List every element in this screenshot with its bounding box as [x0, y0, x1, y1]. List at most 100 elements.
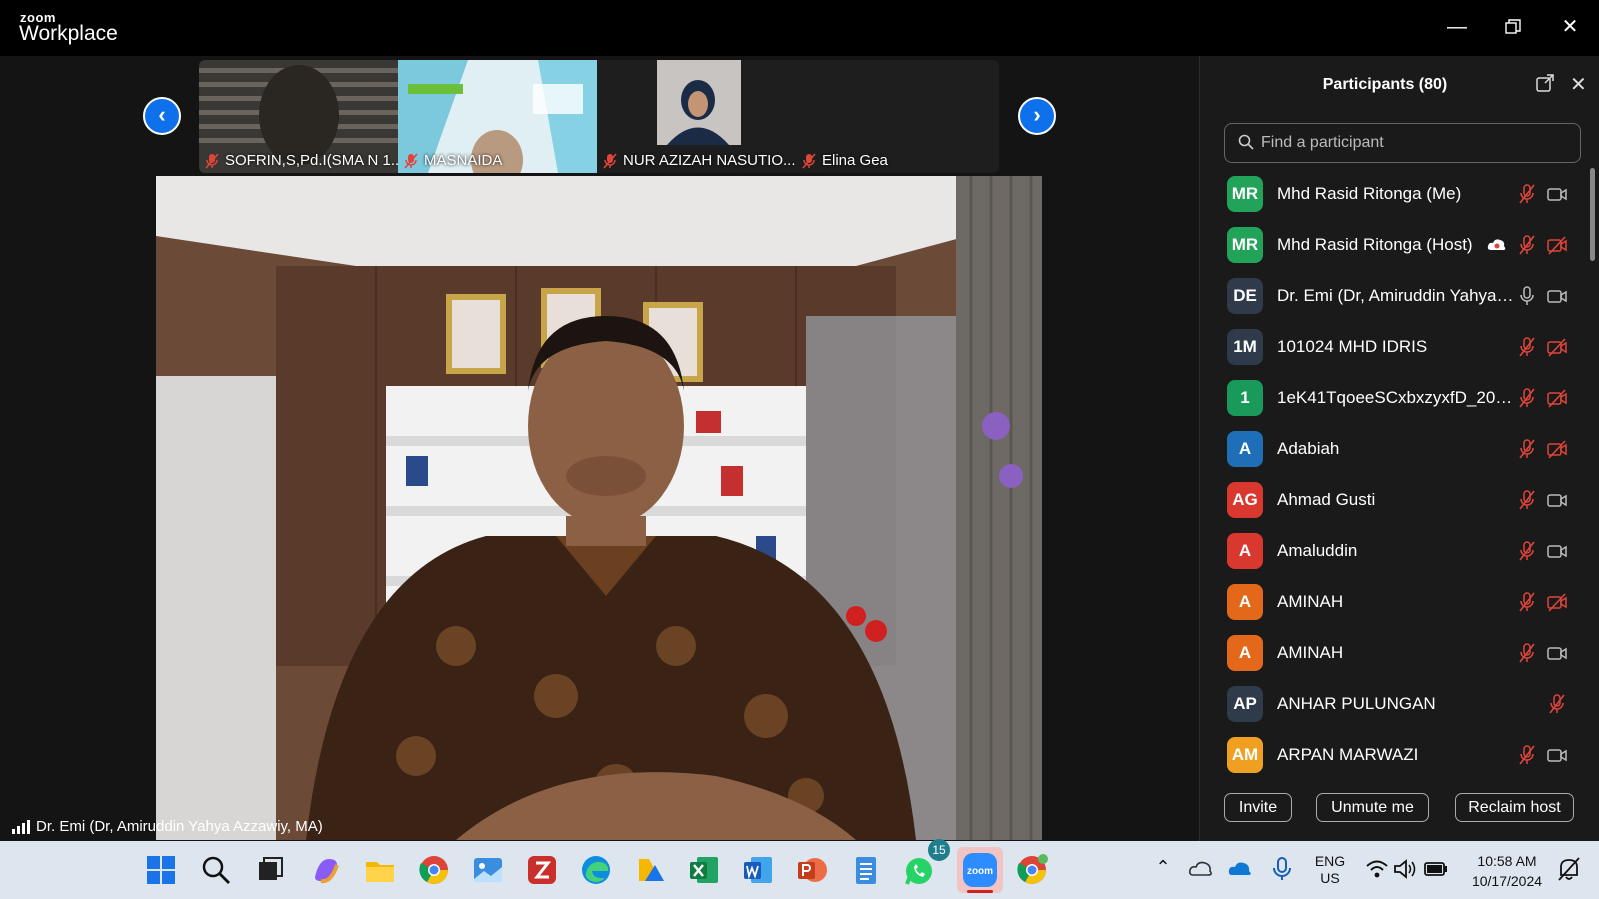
camera-off-icon[interactable]: [1546, 387, 1568, 409]
avatar: 1: [1227, 379, 1263, 416]
zoom-taskbar-icon[interactable]: zoom: [957, 847, 1003, 893]
participant-list-scrollbar[interactable]: [1590, 168, 1595, 261]
chrome-profile-icon[interactable]: [1015, 853, 1049, 887]
camera-on-icon[interactable]: [1546, 744, 1568, 766]
restore-icon[interactable]: [1496, 10, 1530, 44]
prev-page-button[interactable]: ‹: [143, 97, 181, 135]
speaker-video: [156, 176, 1042, 840]
mic-off-icon[interactable]: [1516, 336, 1538, 358]
mic-off-icon[interactable]: [1516, 234, 1538, 256]
thumbnail-label: NUR AZIZAH NASUTIO...: [603, 152, 796, 169]
file-explorer-icon[interactable]: [363, 853, 397, 887]
chrome-icon[interactable]: [417, 853, 451, 887]
camera-on-icon[interactable]: [1546, 489, 1568, 511]
avatar: A: [1227, 583, 1263, 620]
participant-row[interactable]: 1 1eK41TqoeeSCxbxzyxfD_201Sw...: [1200, 372, 1590, 423]
participant-name: AMINAH: [1277, 642, 1344, 662]
zotero-icon[interactable]: [525, 853, 559, 887]
next-page-button[interactable]: ›: [1018, 97, 1056, 135]
mic-off-icon: [205, 152, 219, 169]
participant-row[interactable]: A Amaluddin: [1200, 525, 1590, 576]
participant-row[interactable]: AP ANHAR PULUNGAN: [1200, 678, 1590, 729]
participant-name: Ahmad Gusti: [1277, 489, 1376, 509]
find-participant-input[interactable]: [1224, 123, 1581, 163]
avatar: AM: [1227, 736, 1263, 773]
notification-icon[interactable]: [1556, 855, 1582, 883]
battery-icon[interactable]: [1423, 856, 1449, 882]
participant-row[interactable]: AG Ahmad Gusti: [1200, 474, 1590, 525]
camera-on-icon[interactable]: [1546, 183, 1568, 205]
camera-on-icon[interactable]: [1546, 285, 1568, 307]
show-hidden-icons-icon[interactable]: ⌃: [1152, 857, 1174, 878]
camera-off-icon[interactable]: [1546, 234, 1568, 256]
clock[interactable]: 10:58 AM 10/17/2024: [1463, 851, 1551, 891]
camera-on-icon[interactable]: [1546, 642, 1568, 664]
avatar: A: [1227, 634, 1263, 671]
camera-off-icon[interactable]: [1546, 591, 1568, 613]
word-icon[interactable]: [741, 853, 775, 887]
onedrive-files-icon[interactable]: [633, 853, 667, 887]
participant-row[interactable]: DE Dr. Emi (Dr, Amiruddin Yahya A...: [1200, 270, 1590, 321]
thumbnail-tile[interactable]: NUR AZIZAH NASUTIO...: [597, 60, 796, 173]
language-indicator[interactable]: ENG US: [1312, 853, 1348, 887]
edge-icon[interactable]: [579, 853, 613, 887]
avatar: MR: [1227, 175, 1263, 212]
close-window-icon[interactable]: ✕: [1553, 10, 1587, 44]
start-icon[interactable]: [144, 853, 178, 887]
onedrive-icon[interactable]: [1227, 855, 1255, 883]
mic-off-icon[interactable]: [1546, 693, 1568, 715]
participants-panel: Participants (80) ✕ MR Mhd Rasid Ritonga …: [1199, 56, 1599, 841]
avatar: MR: [1227, 226, 1263, 263]
mic-off-icon[interactable]: [1516, 387, 1538, 409]
camera-off-icon[interactable]: [1546, 438, 1568, 460]
participant-row[interactable]: A Adabiah: [1200, 423, 1590, 474]
participant-row[interactable]: A AMINAH: [1200, 576, 1590, 627]
participant-row[interactable]: MR Mhd Rasid Ritonga (Host): [1200, 219, 1590, 270]
mic-off-icon[interactable]: [1516, 642, 1538, 664]
avatar: A: [1227, 532, 1263, 569]
participant-row[interactable]: AM ARPAN MARWAZI: [1200, 729, 1590, 778]
camera-off-icon[interactable]: [1546, 336, 1568, 358]
volume-icon[interactable]: [1392, 856, 1418, 882]
thumbnail-label: SOFRIN,S,Pd.I(SMA N 1...: [205, 152, 398, 169]
excel-icon[interactable]: [687, 853, 721, 887]
microphone-icon[interactable]: [1268, 855, 1296, 883]
notepad-icon[interactable]: [849, 853, 883, 887]
mic-off-icon[interactable]: [1516, 591, 1538, 613]
participant-name: 1eK41TqoeeSCxbxzyxfD_201Sw...: [1277, 387, 1514, 407]
mic-off-icon[interactable]: [1516, 438, 1538, 460]
thumbnail-tile[interactable]: SOFRIN,S,Pd.I(SMA N 1...: [199, 60, 398, 173]
participant-list: MR Mhd Rasid Ritonga (Me) MR Mhd Rasid Rito…: [1200, 168, 1590, 778]
participant-row[interactable]: A AMINAH: [1200, 627, 1590, 678]
mic-off-icon[interactable]: [1516, 744, 1538, 766]
participant-name: Mhd Rasid Ritonga (Host): [1277, 234, 1473, 254]
photos-icon[interactable]: [471, 853, 505, 887]
participant-row[interactable]: MR Mhd Rasid Ritonga (Me): [1200, 168, 1590, 219]
avatar: AP: [1227, 685, 1263, 722]
unmute-me-button[interactable]: Unmute me: [1316, 793, 1429, 822]
thumbnail-strip: SOFRIN,S,Pd.I(SMA N 1... MASNAIDA NUR AZ…: [199, 60, 999, 173]
participant-name: AMINAH: [1277, 591, 1344, 611]
close-panel-icon[interactable]: ✕: [1570, 72, 1587, 97]
minimize-icon[interactable]: —: [1440, 10, 1474, 44]
network-cloud-icon[interactable]: [1187, 855, 1215, 883]
copilot-icon[interactable]: [309, 853, 343, 887]
powerpoint-icon[interactable]: [795, 853, 829, 887]
thumbnail-tile[interactable]: MASNAIDA: [398, 60, 597, 173]
reclaim-host-button[interactable]: Reclaim host: [1455, 793, 1574, 822]
mic-off-icon[interactable]: [1516, 183, 1538, 205]
task-view-icon[interactable]: [253, 853, 287, 887]
participant-name: 101024 MHD IDRIS: [1277, 336, 1428, 356]
wifi-icon[interactable]: [1364, 856, 1390, 882]
search-icon: [1238, 134, 1254, 150]
mic-on-icon[interactable]: [1516, 285, 1538, 307]
mic-off-icon[interactable]: [1516, 489, 1538, 511]
pop-out-icon[interactable]: [1536, 74, 1554, 97]
search-taskbar-icon[interactable]: [199, 853, 233, 887]
thumbnail-tile[interactable]: Elina Gea: [796, 60, 999, 173]
invite-button[interactable]: Invite: [1224, 793, 1292, 822]
mic-off-icon[interactable]: [1516, 540, 1538, 562]
participant-row[interactable]: 1M 101024 MHD IDRIS: [1200, 321, 1590, 372]
participant-name: Mhd Rasid Ritonga (Me): [1277, 183, 1462, 203]
camera-on-icon[interactable]: [1546, 540, 1568, 562]
